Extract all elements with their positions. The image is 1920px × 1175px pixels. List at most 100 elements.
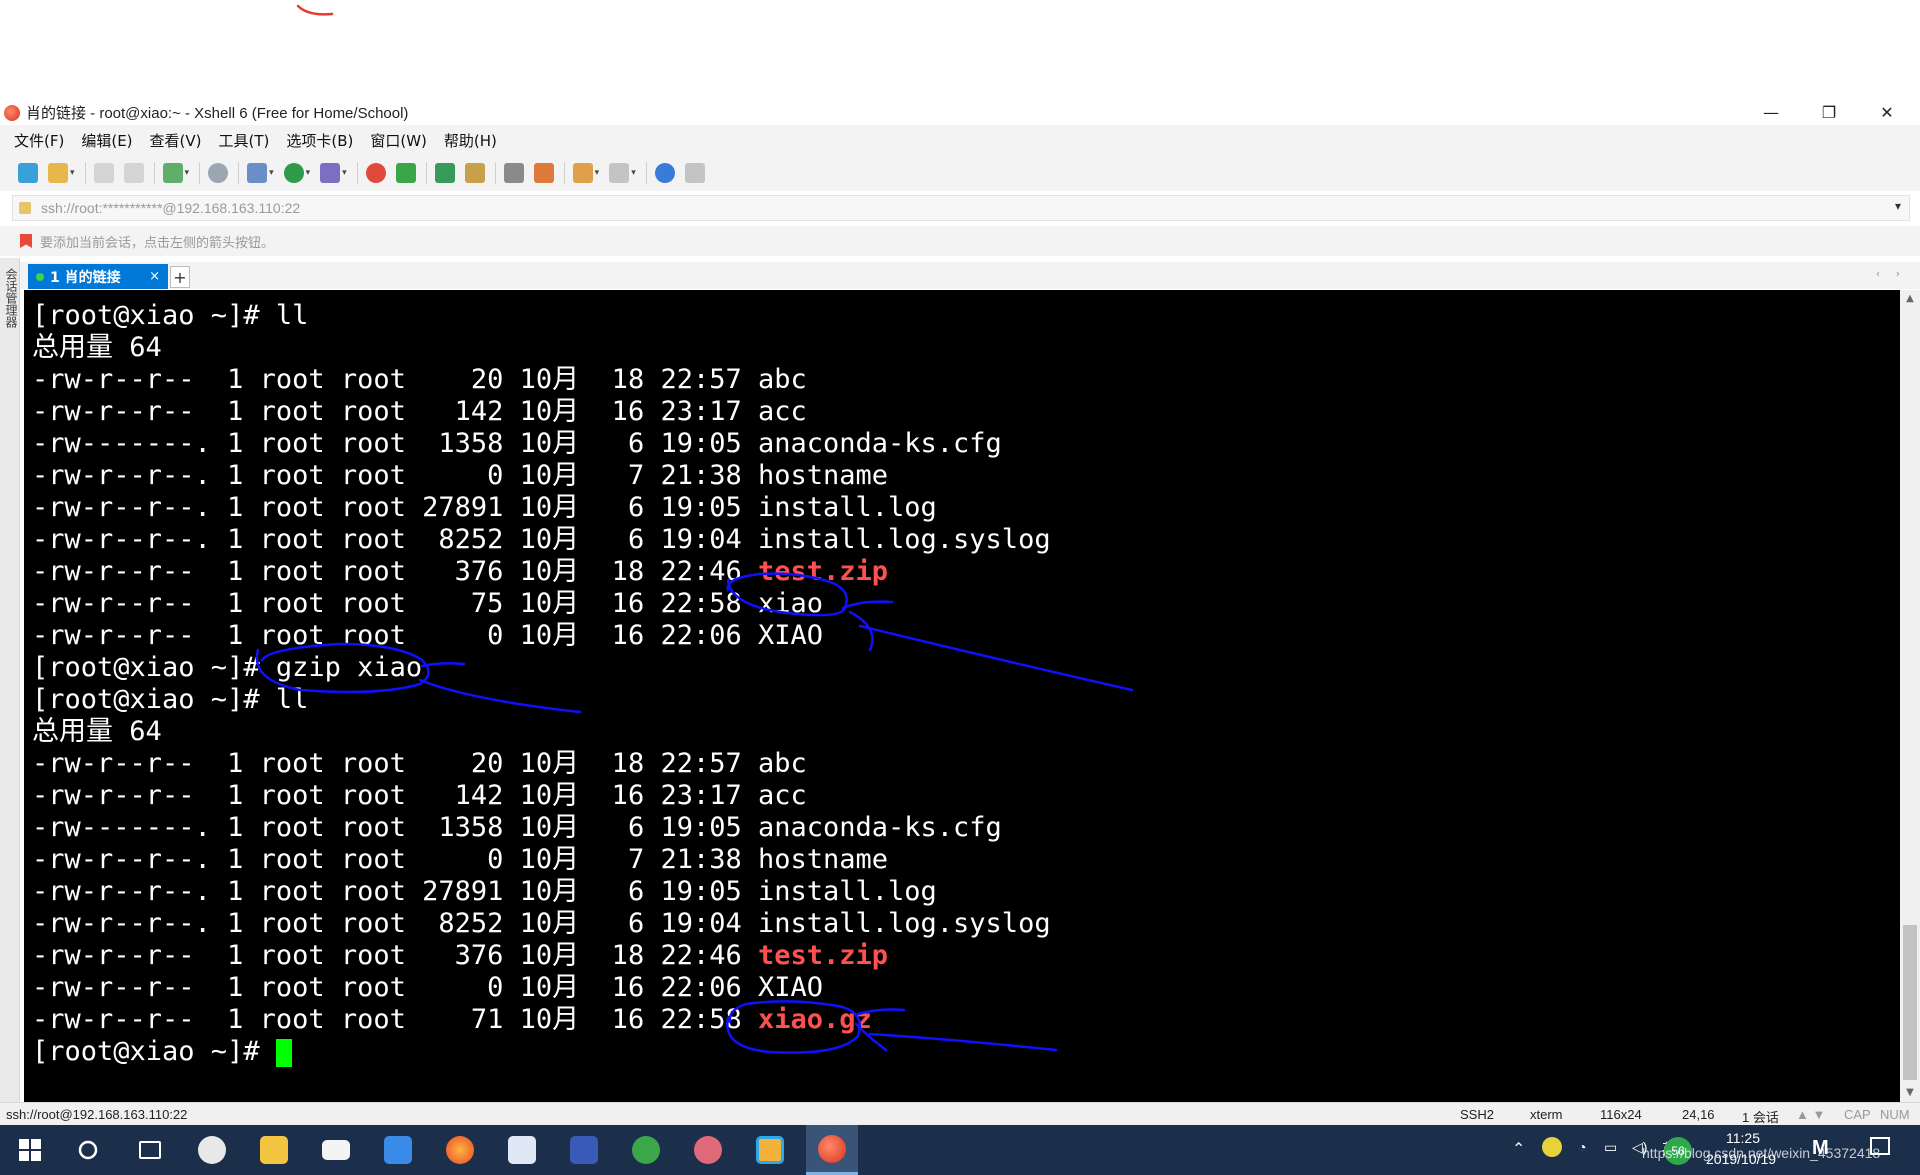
taskbar-document-app[interactable]	[496, 1125, 548, 1175]
menu-help[interactable]: 帮助(H)	[444, 130, 497, 151]
taskbar-file-explorer[interactable]	[248, 1125, 300, 1175]
menu-edit[interactable]: 编辑(E)	[81, 130, 132, 151]
menu-tabs[interactable]: 选项卡(B)	[286, 130, 353, 151]
terminal-line: -rw-------. 1 root root 1358 10月 6 19:05…	[32, 428, 1002, 460]
menu-view[interactable]: 查看(V)	[150, 130, 202, 151]
layout-icon[interactable]	[609, 163, 630, 183]
terminal-line-text: -rw-r--r-- 1 root root 142 10月 16 23:17 …	[32, 780, 807, 811]
mail-icon	[322, 1140, 350, 1160]
pen-icon[interactable]	[533, 163, 554, 183]
pinwheel-icon	[198, 1136, 226, 1164]
watermark: https://blog.csdn.net/weixin_45372418	[1642, 1145, 1881, 1161]
wifi-icon[interactable]: ◔	[1578, 1139, 1586, 1155]
search-button[interactable]	[62, 1125, 114, 1175]
globe-icon[interactable]	[283, 163, 304, 183]
taskbar-devcpp[interactable]	[558, 1125, 610, 1175]
clock-time[interactable]: 11:25	[1726, 1130, 1760, 1146]
close-button[interactable]: ✕	[1858, 100, 1916, 125]
xftp-icon[interactable]	[395, 163, 416, 183]
tab-session[interactable]: 1 肖的链接 ×	[28, 264, 168, 289]
terminal-line-text: -rw-r--r-- 1 root root 376 10月 18 22:46	[32, 940, 758, 971]
add-tab-button[interactable]: +	[170, 266, 190, 288]
session-manager-strip[interactable]: 会话管理器	[0, 258, 20, 1102]
taskbar-firefox[interactable]	[434, 1125, 486, 1175]
task-view-icon	[139, 1141, 161, 1159]
search-icon[interactable]	[208, 163, 229, 183]
terminal-line: -rw-r--r-- 1 root root 0 10月 16 22:06 XI…	[32, 620, 823, 652]
chevron-down-icon[interactable]: ▾	[306, 168, 311, 178]
chevron-down-icon[interactable]: ▾	[595, 168, 600, 178]
window-title: 肖的链接 - root@xiao:~ - Xshell 6 (Free for …	[26, 105, 409, 122]
copy-icon[interactable]	[247, 163, 268, 183]
tray-app-icon[interactable]	[1542, 1137, 1562, 1157]
terminal-line: [root@xiao ~]# gzip xiao	[32, 652, 422, 684]
scroll-up-icon[interactable]: ▲	[1900, 290, 1920, 308]
properties-icon[interactable]	[162, 163, 183, 183]
fullscreen-icon[interactable]	[434, 163, 455, 183]
taskbar-app-kite[interactable]	[682, 1125, 734, 1175]
terminal-line: -rw-r--r--. 1 root root 27891 10月 6 19:0…	[32, 492, 937, 524]
status-protocol: SSH2	[1460, 1107, 1494, 1122]
search-circle-icon	[78, 1140, 98, 1160]
transfer-icon[interactable]	[572, 163, 593, 183]
taskbar-app-blue[interactable]	[372, 1125, 424, 1175]
taskbar-xshell[interactable]	[806, 1125, 858, 1175]
bookmark-icon[interactable]	[20, 234, 32, 248]
font-icon[interactable]	[320, 163, 341, 183]
minimize-button[interactable]: —	[1742, 100, 1800, 125]
taskbar-app-pinwheel[interactable]	[186, 1125, 238, 1175]
status-size: 116x24	[1600, 1107, 1642, 1122]
xshell-icon[interactable]	[365, 163, 386, 183]
chevron-down-icon[interactable]: ▾	[631, 168, 636, 178]
scrollbar-thumb[interactable]	[1903, 925, 1917, 1080]
chevron-down-icon[interactable]: ▾	[70, 168, 75, 178]
toolbar-separator	[153, 162, 155, 184]
menu-file[interactable]: 文件(F)	[14, 130, 64, 151]
firefox-icon	[446, 1136, 474, 1164]
chevron-down-icon[interactable]: ▾	[269, 168, 274, 178]
scroll-down-icon[interactable]: ▼	[1900, 1084, 1920, 1102]
restore-button[interactable]: ❐	[1800, 100, 1858, 125]
terminal-line: -rw-r--r-- 1 root root 71 10月 16 22:58 x…	[32, 1004, 872, 1036]
taskbar-mail[interactable]	[310, 1125, 362, 1175]
close-tab-icon[interactable]: ×	[149, 269, 160, 284]
chevron-down-icon[interactable]: ▾	[1895, 199, 1901, 213]
terminal-line-text: -rw-r--r--. 1 root root 0 10月 7 21:38 ho…	[32, 844, 889, 875]
taskbar-app-frame[interactable]	[744, 1125, 796, 1175]
start-button[interactable]	[4, 1125, 56, 1175]
folder-icon	[260, 1136, 288, 1164]
new-session-icon[interactable]	[18, 163, 38, 183]
chevron-down-icon[interactable]: ▾	[342, 168, 347, 178]
lock-icon[interactable]	[464, 163, 485, 183]
terminal-line-text: -rw-r--r--. 1 root root 0 10月 7 21:38 ho…	[32, 460, 889, 491]
terminal-line: -rw-r--r-- 1 root root 0 10月 16 22:06 XI…	[32, 972, 823, 1004]
tab-nav-arrows[interactable]: ‹ ›	[1876, 267, 1906, 280]
task-view-button[interactable]	[124, 1125, 176, 1175]
terminal-line-text: -rw-r--r--. 1 root root 27891 10月 6 19:0…	[32, 876, 937, 907]
open-folder-icon[interactable]	[48, 163, 68, 183]
menu-window[interactable]: 窗口(W)	[370, 130, 427, 151]
terminal-line: -rw-r--r--. 1 root root 8252 10月 6 19:04…	[32, 908, 1051, 940]
menu-tools[interactable]: 工具(T)	[219, 130, 270, 151]
keyboard-icon[interactable]	[503, 163, 524, 183]
toolbar-separator	[563, 162, 565, 184]
connect-icon[interactable]	[93, 163, 114, 183]
tray-chevron-up-icon[interactable]: ⌃	[1512, 1139, 1525, 1159]
terminal-output[interactable]: [root@xiao ~]# ll 总用量 64 -rw-r--r-- 1 root…	[24, 290, 1900, 1102]
chevron-down-icon[interactable]: ▾	[185, 168, 190, 178]
chat-icon[interactable]	[684, 163, 705, 183]
terminal-line: [root@xiao ~]#	[32, 1036, 292, 1068]
terminal-line: -rw-r--r-- 1 root root 142 10月 16 23:17 …	[32, 780, 807, 812]
tab-bar: 1 肖的链接 × + ‹ ›	[20, 262, 1920, 289]
address-bar[interactable]: ssh://root:***********@192.168.163.110:2…	[12, 195, 1910, 221]
help-icon[interactable]	[654, 163, 675, 183]
terminal-line-text: -rw-r--r-- 1 root root 20 10月 18 22:57 a…	[32, 364, 807, 395]
taskbar-app-green[interactable]	[620, 1125, 672, 1175]
terminal-line-text: -rw-r--r-- 1 root root 142 10月 16 23:17 …	[32, 396, 807, 427]
hint-text: 要添加当前会话，点击左侧的箭头按钮。	[40, 235, 275, 251]
address-value: ssh://root:***********@192.168.163.110:2…	[41, 200, 301, 216]
battery-icon[interactable]: ▭	[1604, 1139, 1617, 1156]
highlighted-filename: test.zip	[757, 940, 889, 971]
disconnect-icon[interactable]	[123, 163, 144, 183]
terminal-scrollbar[interactable]: ▲ ▼	[1900, 290, 1920, 1102]
